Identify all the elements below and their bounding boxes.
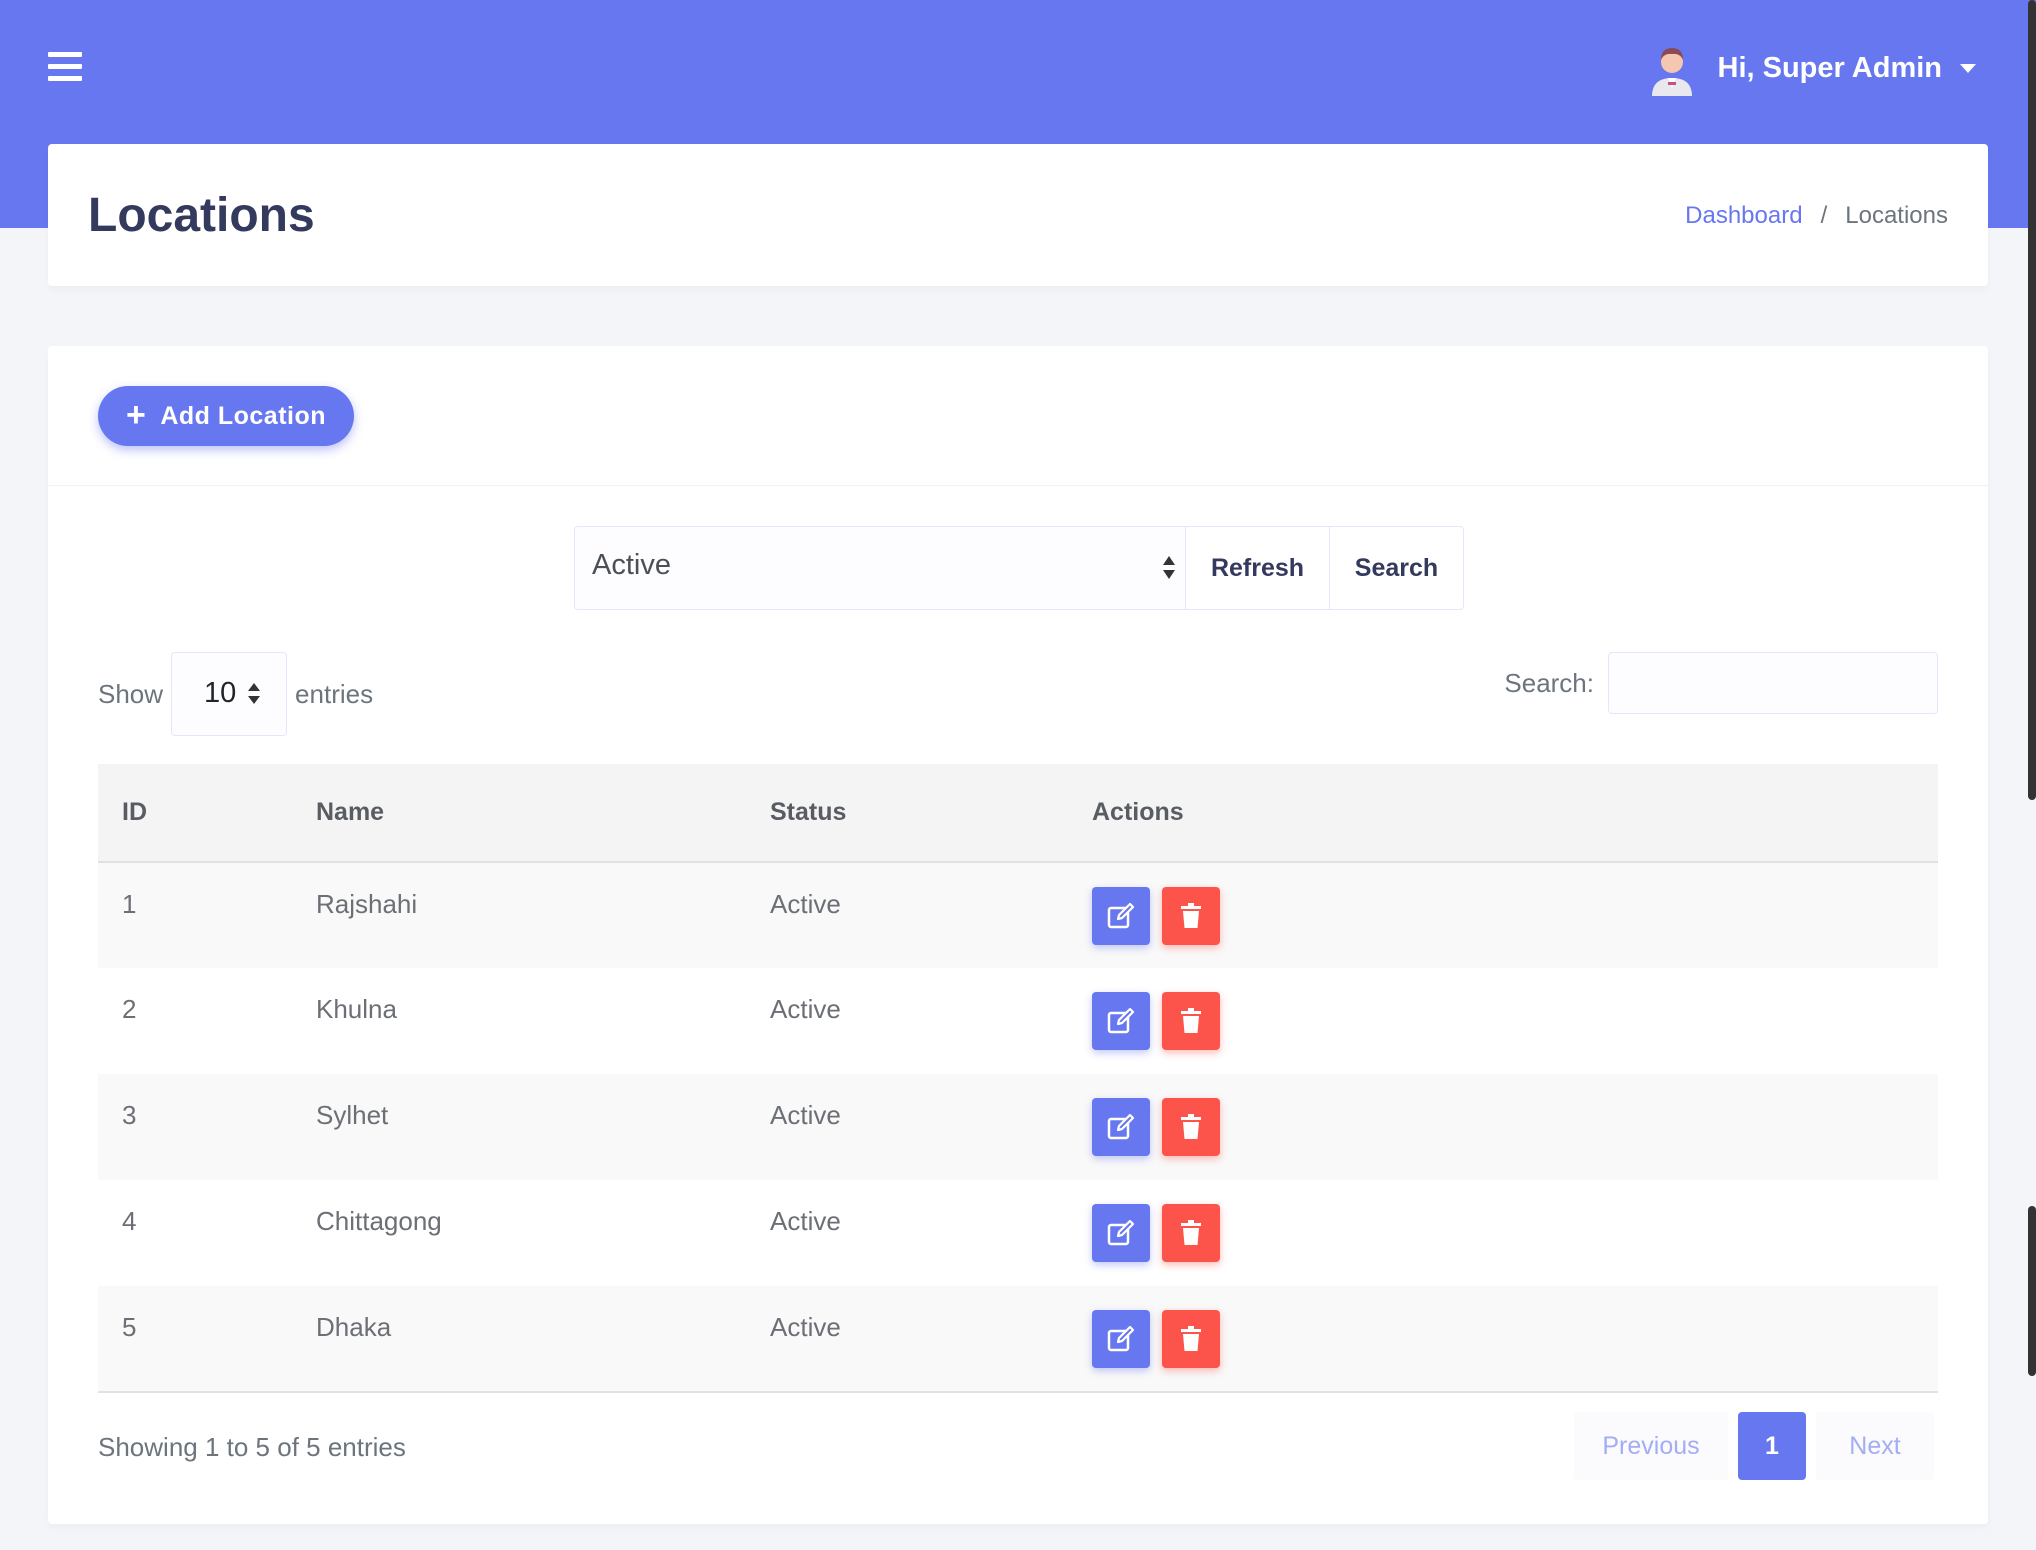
table-row: 5 Dhaka Active bbox=[98, 1286, 1938, 1393]
add-location-button[interactable]: + Add Location bbox=[98, 386, 354, 446]
edit-button[interactable] bbox=[1092, 1204, 1150, 1262]
entries-label: entries bbox=[295, 678, 374, 709]
cell-actions bbox=[1068, 1286, 1938, 1393]
table-search-input[interactable] bbox=[1608, 652, 1938, 714]
table-row: 1 Rajshahi Active bbox=[98, 862, 1938, 968]
chevron-down-icon bbox=[1960, 63, 1976, 73]
breadcrumb-dashboard-link[interactable]: Dashboard bbox=[1685, 202, 1802, 230]
add-location-label: Add Location bbox=[160, 401, 327, 430]
search-button[interactable]: Search bbox=[1330, 526, 1464, 610]
pagination: Previous 1 Next bbox=[1574, 1412, 1934, 1480]
select-arrows-icon bbox=[248, 683, 262, 707]
entries-length-control: Show 10 entries bbox=[98, 652, 373, 736]
locations-card: + Add Location Active Refresh Search Sho… bbox=[48, 346, 1988, 1524]
table-row: 3 Sylhet Active bbox=[98, 1074, 1938, 1180]
column-header-actions: Actions bbox=[1068, 764, 1938, 863]
trash-icon bbox=[1181, 1326, 1201, 1351]
menu-toggle-icon[interactable] bbox=[48, 52, 82, 82]
scrollbar-thumb[interactable] bbox=[2028, 0, 2036, 800]
status-filter-group: Active Refresh Search bbox=[574, 526, 1464, 610]
cell-id: 5 bbox=[98, 1286, 292, 1393]
delete-button[interactable] bbox=[1162, 887, 1220, 945]
cell-name: Rajshahi bbox=[316, 889, 418, 919]
edit-icon bbox=[1107, 902, 1135, 929]
trash-icon bbox=[1181, 903, 1201, 928]
user-menu[interactable]: Hi, Super Admin bbox=[1644, 38, 1976, 98]
edit-button[interactable] bbox=[1092, 992, 1150, 1050]
table-info: Showing 1 to 5 of 5 entries bbox=[98, 1432, 406, 1462]
cell-status: Active bbox=[770, 1100, 841, 1130]
cell-name: Chittagong bbox=[316, 1206, 442, 1236]
cell-status: Active bbox=[746, 1286, 1068, 1393]
breadcrumb-separator: / bbox=[1820, 202, 1828, 229]
cell-name: Sylhet bbox=[316, 1100, 389, 1130]
cell-actions bbox=[1068, 1180, 1938, 1286]
column-header-status[interactable]: Status bbox=[746, 764, 1068, 863]
cell-id: 4 bbox=[122, 1206, 137, 1236]
column-header-id[interactable]: ID bbox=[98, 764, 292, 863]
plus-icon: + bbox=[125, 395, 147, 434]
cell-status: Active bbox=[770, 1206, 841, 1236]
table-search: Search: bbox=[1504, 652, 1938, 714]
cell-status: Active bbox=[770, 889, 841, 919]
select-arrows-icon bbox=[1163, 553, 1177, 583]
page-title: Locations bbox=[88, 189, 315, 242]
user-greeting: Hi, Super Admin bbox=[1717, 51, 1943, 84]
entries-length-value: 10 bbox=[204, 677, 237, 709]
show-label: Show bbox=[98, 678, 164, 709]
edit-icon bbox=[1107, 1007, 1135, 1034]
entries-length-select[interactable]: 10 bbox=[171, 652, 288, 736]
cell-status: Active bbox=[770, 994, 841, 1024]
status-filter-value: Active bbox=[592, 549, 671, 581]
edit-icon bbox=[1107, 1325, 1135, 1352]
trash-icon bbox=[1181, 1220, 1201, 1245]
delete-button[interactable] bbox=[1162, 1204, 1220, 1262]
edit-icon bbox=[1107, 1219, 1135, 1246]
delete-button[interactable] bbox=[1162, 1310, 1220, 1368]
edit-icon bbox=[1107, 1113, 1135, 1140]
avatar bbox=[1644, 40, 1700, 96]
next-page-button[interactable]: Next bbox=[1816, 1412, 1934, 1480]
edit-button[interactable] bbox=[1092, 1098, 1150, 1156]
table-row: 4 Chittagong Active bbox=[98, 1180, 1938, 1286]
scrollbar-thumb-lower[interactable] bbox=[2028, 1206, 2036, 1376]
cell-id: 1 bbox=[122, 889, 137, 919]
previous-page-button[interactable]: Previous bbox=[1574, 1412, 1728, 1480]
cell-actions bbox=[1068, 1074, 1938, 1180]
delete-button[interactable] bbox=[1162, 992, 1220, 1050]
cell-id: 2 bbox=[122, 994, 137, 1024]
status-filter-select[interactable]: Active bbox=[574, 526, 1186, 610]
edit-button[interactable] bbox=[1092, 887, 1150, 945]
table-row: 2 Khulna Active bbox=[98, 968, 1938, 1074]
trash-icon bbox=[1181, 1008, 1201, 1033]
card-header: + Add Location bbox=[48, 346, 1988, 486]
edit-button[interactable] bbox=[1092, 1310, 1150, 1368]
refresh-button[interactable]: Refresh bbox=[1186, 526, 1330, 610]
locations-table: ID Name Status Actions 1 Rajshahi Active… bbox=[98, 764, 1938, 1393]
delete-button[interactable] bbox=[1162, 1098, 1220, 1156]
search-label: Search: bbox=[1504, 667, 1594, 698]
cell-id: 3 bbox=[122, 1100, 137, 1130]
breadcrumb: Dashboard / Locations bbox=[1685, 202, 1948, 230]
cell-name: Khulna bbox=[316, 994, 397, 1024]
trash-icon bbox=[1181, 1114, 1201, 1139]
section-header: Locations Dashboard / Locations bbox=[48, 144, 1988, 286]
cell-actions bbox=[1068, 862, 1938, 968]
breadcrumb-current: Locations bbox=[1845, 202, 1948, 229]
cell-name: Dhaka bbox=[292, 1286, 746, 1393]
cell-actions bbox=[1068, 968, 1938, 1074]
table-header-row: ID Name Status Actions bbox=[98, 764, 1938, 863]
column-header-name[interactable]: Name bbox=[292, 764, 746, 863]
page-1-button[interactable]: 1 bbox=[1738, 1412, 1806, 1480]
